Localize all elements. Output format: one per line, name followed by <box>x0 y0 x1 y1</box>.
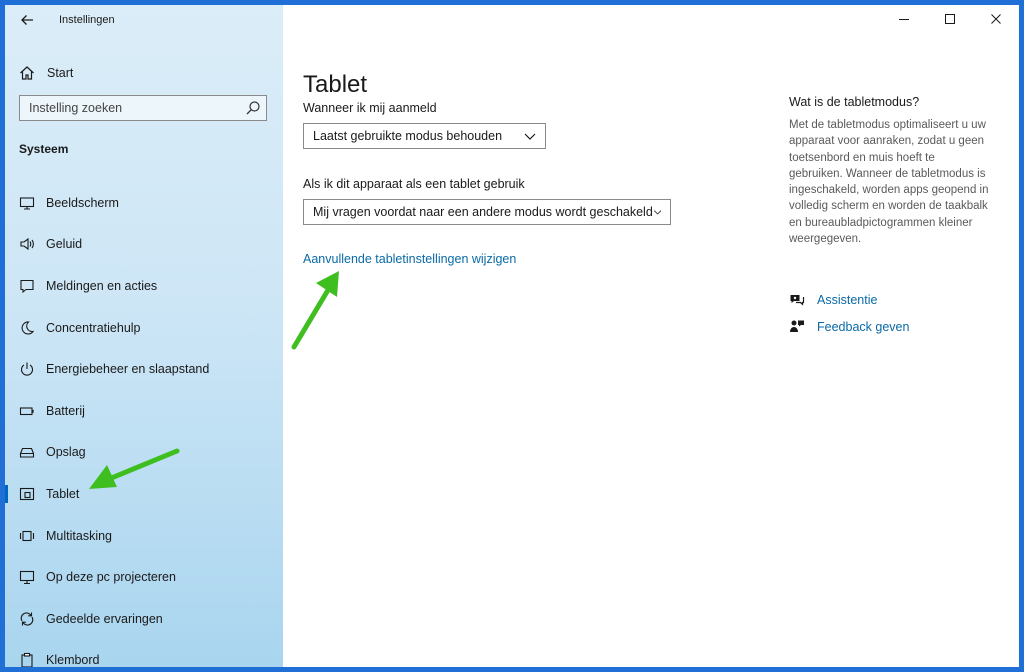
home-label: Start <box>47 66 74 80</box>
sidebar-item-label: Geluid <box>46 237 83 252</box>
app-title: Instellingen <box>59 14 115 26</box>
sidebar-item-gedeelde-ervaringen[interactable]: Gedeelde ervaringen <box>5 598 283 640</box>
maximize-icon <box>945 14 955 24</box>
tablet-mode-dropdown[interactable]: Mij vragen voordat naar een andere modus… <box>303 199 671 225</box>
sidebar-item-klembord[interactable]: Klembord <box>5 640 283 667</box>
sidebar-item-label: Energiebeheer en slaapstand <box>46 362 210 377</box>
additional-tablet-settings-link[interactable]: Aanvullende tabletinstellingen wijzigen <box>303 252 516 266</box>
back-arrow-icon <box>21 15 33 25</box>
moon-icon <box>21 321 35 335</box>
sidebar-item-batterij[interactable]: Batterij <box>5 390 283 432</box>
sidebar-item-label: Batterij <box>46 403 85 418</box>
minimize-icon <box>899 19 909 20</box>
sidebar-item-label: Beeldscherm <box>46 195 119 210</box>
multitasking-icon <box>19 530 35 541</box>
signin-mode-dropdown[interactable]: Laatst gebruikte modus behouden <box>303 123 546 149</box>
tablet-icon <box>19 487 35 501</box>
sidebar-item-energiebeheer[interactable]: Energiebeheer en slaapstand <box>5 348 283 390</box>
sidebar-item-label: Opslag <box>46 445 86 460</box>
section-title: Systeem <box>19 142 69 156</box>
shared-experiences-icon <box>20 612 34 626</box>
battery-icon <box>19 407 34 415</box>
sidebar-item-geluid[interactable]: Geluid <box>5 224 283 266</box>
home-icon <box>20 66 34 80</box>
help-link[interactable]: Assistentie <box>789 292 877 308</box>
sidebar-item-opslag[interactable]: Opslag <box>5 432 283 474</box>
feedback-icon <box>790 320 804 332</box>
search-box[interactable] <box>19 95 267 121</box>
feedback-link[interactable]: Feedback geven <box>789 319 909 335</box>
sidebar-item-projecteren[interactable]: Op deze pc projecteren <box>5 556 283 598</box>
back-button[interactable] <box>15 11 39 35</box>
help-chat-icon <box>790 295 805 306</box>
sidebar-item-beeldscherm[interactable]: Beeldscherm <box>5 182 283 224</box>
settings-window: Instellingen Start Systeem Beeldscherm <box>5 5 1019 667</box>
search-icon[interactable] <box>244 99 262 117</box>
sidebar-item-concentratiehulp[interactable]: Concentratiehulp <box>5 307 283 349</box>
signin-label: Wanneer ik mij aanmeld <box>303 101 437 115</box>
minimize-button[interactable] <box>881 5 927 33</box>
sidebar-nav: Beeldscherm Geluid Meldingen en acties C… <box>5 182 283 667</box>
sidebar-item-label: Op deze pc projecteren <box>46 570 176 585</box>
tablet-mode-info-heading: Wat is de tabletmodus? <box>789 95 920 109</box>
tablet-mode-info-text: Met de tabletmodus optimaliseert u uw ap… <box>789 119 989 246</box>
close-button[interactable] <box>973 5 1019 33</box>
sidebar-item-label: Gedeelde ervaringen <box>46 611 163 626</box>
maximize-button[interactable] <box>927 5 973 33</box>
storage-icon <box>19 448 35 458</box>
close-icon <box>991 14 1001 24</box>
window-controls <box>881 5 1019 33</box>
help-link-label: Assistentie <box>817 293 878 307</box>
page-title: Tablet <box>303 71 368 99</box>
monitor-icon <box>19 197 35 210</box>
tablet-mode-value: Mij vragen voordat naar een andere modus… <box>313 205 653 219</box>
power-icon <box>20 362 34 376</box>
project-icon <box>19 571 35 585</box>
sidebar-item-label: Multitasking <box>46 528 112 543</box>
chevron-down-icon <box>524 133 536 140</box>
notification-icon <box>20 279 34 294</box>
sidebar-item-label: Tablet <box>46 486 80 501</box>
sidebar-item-tablet[interactable]: Tablet <box>5 473 283 515</box>
sidebar-item-label: Concentratiehulp <box>46 320 141 335</box>
annotation-arrow-link <box>291 271 339 350</box>
search-input[interactable] <box>20 100 244 116</box>
speaker-icon <box>20 238 34 251</box>
sidebar-item-multitasking[interactable]: Multitasking <box>5 515 283 557</box>
sidebar-item-meldingen[interactable]: Meldingen en acties <box>5 265 283 307</box>
sidebar-item-label: Meldingen en acties <box>46 278 158 293</box>
clipboard-icon <box>21 653 33 667</box>
tablet-use-label: Als ik dit apparaat als een tablet gebru… <box>303 177 525 191</box>
chevron-down-icon <box>653 210 661 215</box>
signin-mode-value: Laatst gebruikte modus behouden <box>313 129 503 143</box>
sidebar-item-label: Klembord <box>46 653 100 667</box>
sidebar: Instellingen Start Systeem Beeldscherm <box>5 5 283 667</box>
feedback-link-label: Feedback geven <box>817 320 910 334</box>
home-nav-item[interactable]: Start <box>19 61 73 85</box>
